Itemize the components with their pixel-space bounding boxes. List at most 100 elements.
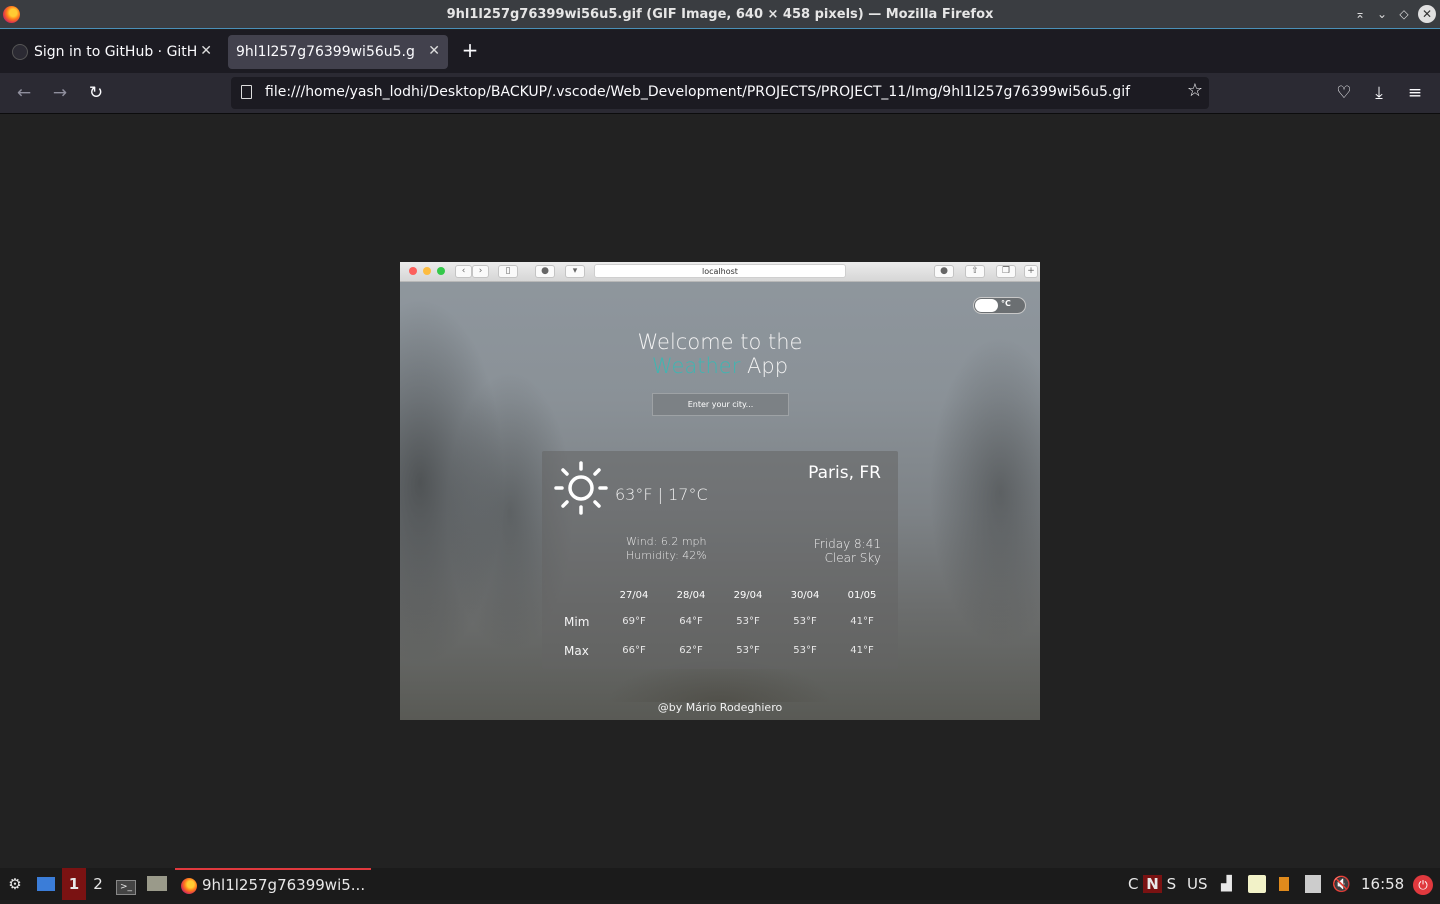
tab-label: Sign in to GitHub · GitHub xyxy=(34,44,196,60)
max-label: Max xyxy=(564,644,589,658)
welcome-line2: Weather App xyxy=(400,354,1040,378)
page-icon xyxy=(241,85,252,99)
weather-details: Wind: 6.2 mph Humidity: 42% xyxy=(626,535,707,563)
day-time: Friday 8:41 xyxy=(813,537,881,551)
workspace-1[interactable]: 1 xyxy=(62,868,86,900)
forward-icon: › xyxy=(472,265,489,278)
nav-toolbar: ← → ↻ file:///home/yash_lodhi/Desktop/BA… xyxy=(0,73,1440,114)
network-icon[interactable]: ▟ xyxy=(1221,868,1232,900)
extension-icon: ● xyxy=(535,265,555,278)
embedded-browser-toolbar: ‹ › ▯ ● ▾ localhost ● ⇧ ❐ + xyxy=(400,262,1040,282)
add-tab-icon: + xyxy=(1024,265,1038,278)
battery-icon[interactable] xyxy=(1279,868,1289,900)
welcome-heading: Welcome to the Weather App xyxy=(400,330,1040,378)
back-button[interactable]: ← xyxy=(12,81,36,105)
weather-card: 63°F | 17°C Paris, FR Wind: 6.2 mph Humi… xyxy=(542,451,898,669)
tab-bar: Sign in to GitHub · GitHub ✕ 9hl1l257g76… xyxy=(0,30,1440,73)
github-icon xyxy=(12,44,28,60)
tabs-icon: ❐ xyxy=(996,265,1016,278)
forecast-date: 29/04 xyxy=(733,590,763,601)
window-controls: ⌅ ⌄ ◇ ✕ xyxy=(1352,5,1436,23)
desktop-icon[interactable] xyxy=(36,868,56,900)
pocket-icon: ▾ xyxy=(565,265,585,278)
sidebar-icon: ▯ xyxy=(498,265,518,278)
keep-above-icon[interactable]: ⌅ xyxy=(1352,5,1368,23)
forecast-max: 41°F xyxy=(850,645,874,656)
pocket-icon[interactable]: ♡ xyxy=(1332,81,1356,105)
downloads-icon[interactable]: ⤓ xyxy=(1367,81,1391,105)
window-titlebar: 9hl1l257g76399wi56u5.gif (GIF Image, 640… xyxy=(0,0,1440,29)
gif-image: ‹ › ▯ ● ▾ localhost ● ⇧ ❐ + °C Welcome t… xyxy=(400,262,1040,720)
clipboard-icon[interactable] xyxy=(1248,868,1266,900)
new-tab-button[interactable]: + xyxy=(459,40,481,62)
taskbar-firefox-window[interactable]: 9hl1l257g76399wi5... xyxy=(175,868,371,900)
workspace-2[interactable]: 2 xyxy=(86,868,110,900)
unit-toggle-label: °C xyxy=(1001,299,1011,308)
kbd-n: N xyxy=(1143,875,1162,893)
sun-icon xyxy=(554,461,608,515)
window-title: 9hl1l257g76399wi56u5.gif (GIF Image, 640… xyxy=(446,7,994,22)
eject-icon[interactable] xyxy=(1305,868,1321,900)
tab-label: 9hl1l257g76399wi56u5.gif (GIF Image xyxy=(236,44,416,60)
minimize-dot-icon xyxy=(423,267,431,275)
wind: Wind: 6.2 mph xyxy=(626,535,707,548)
url-text[interactable]: file:///home/yash_lodhi/Desktop/BACKUP/.… xyxy=(265,84,1130,100)
url-bar[interactable]: file:///home/yash_lodhi/Desktop/BACKUP/.… xyxy=(231,77,1209,109)
close-tab-icon[interactable]: ✕ xyxy=(428,43,440,59)
kbd-c: C xyxy=(1128,875,1139,893)
back-icon: ‹ xyxy=(455,265,472,278)
forecast-date: 28/04 xyxy=(676,590,706,601)
power-icon[interactable]: ⏻ xyxy=(1413,868,1433,900)
file-manager-icon[interactable] xyxy=(146,868,168,900)
tab-gif-image[interactable]: 9hl1l257g76399wi56u5.gif (GIF Image ✕ xyxy=(228,35,448,69)
forecast-min: 64°F xyxy=(679,616,703,627)
download-icon: ● xyxy=(934,265,954,278)
clock[interactable]: 16:58 xyxy=(1361,868,1404,900)
keyboard-layout[interactable]: US xyxy=(1187,868,1208,900)
embedded-address: localhost xyxy=(594,264,846,278)
zoom-dot-icon xyxy=(437,267,445,275)
forecast-min: 53°F xyxy=(736,616,760,627)
close-tab-icon[interactable]: ✕ xyxy=(200,43,212,59)
city-name: Paris, FR xyxy=(808,463,881,483)
maximize-button[interactable]: ◇ xyxy=(1396,5,1412,23)
volume-muted-icon[interactable]: 🔇 xyxy=(1332,868,1351,900)
toggle-knob xyxy=(975,299,998,312)
forecast-max-row: Max 66°F 62°F 53°F 53°F 41°F xyxy=(542,644,898,660)
close-dot-icon xyxy=(409,267,417,275)
humidity: Humidity: 42% xyxy=(626,549,707,562)
welcome-accent: Weather xyxy=(651,354,741,378)
keyboard-indicators: C N S xyxy=(1128,868,1176,900)
city-input: Enter your city... xyxy=(652,393,789,416)
forecast-max: 53°F xyxy=(736,645,760,656)
terminal-icon[interactable]: >_ xyxy=(115,868,137,900)
day-info: Friday 8:41 Clear Sky xyxy=(814,537,881,565)
forecast-min-row: Mim 69°F 64°F 53°F 53°F 41°F xyxy=(542,615,898,631)
forecast-date: 27/04 xyxy=(619,590,649,601)
bookmark-star-icon[interactable]: ☆ xyxy=(1187,80,1203,101)
forecast-max: 62°F xyxy=(679,645,703,656)
close-window-button[interactable]: ✕ xyxy=(1418,5,1436,23)
forecast-max: 53°F xyxy=(793,645,817,656)
min-label: Mim xyxy=(564,615,590,629)
forward-button[interactable]: → xyxy=(48,81,72,105)
minimize-button[interactable]: ⌄ xyxy=(1374,5,1390,23)
forecast-min: 69°F xyxy=(622,616,646,627)
credit: @by Mário Rodeghiero xyxy=(657,701,783,714)
kbd-s: S xyxy=(1166,875,1177,893)
firefox-icon xyxy=(181,878,197,894)
tab-github[interactable]: Sign in to GitHub · GitHub ✕ xyxy=(4,35,220,69)
forecast-max: 66°F xyxy=(622,645,646,656)
taskbar: ⚙ 1 2 >_ 9hl1l257g76399wi5... C N S US ▟… xyxy=(0,868,1440,900)
app-menu-icon[interactable]: ⚙ xyxy=(4,868,26,900)
share-icon: ⇧ xyxy=(965,265,985,278)
unit-toggle: °C xyxy=(973,297,1026,314)
forecast-date: 30/04 xyxy=(790,590,820,601)
welcome-line1: Welcome to the xyxy=(637,330,803,354)
forecast-date: 01/05 xyxy=(847,590,877,601)
welcome-app: App xyxy=(747,354,789,378)
reload-button[interactable]: ↻ xyxy=(84,81,108,105)
condition: Clear Sky xyxy=(824,551,881,565)
forecast-min: 41°F xyxy=(850,616,874,627)
menu-icon[interactable]: ≡ xyxy=(1403,81,1427,105)
